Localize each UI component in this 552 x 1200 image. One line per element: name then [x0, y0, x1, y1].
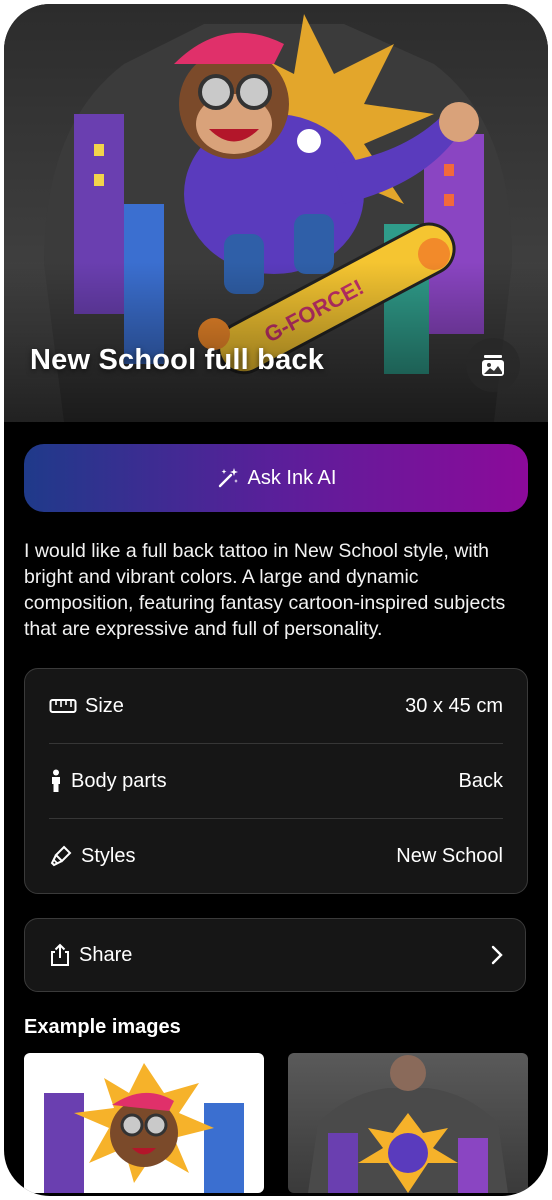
example-image[interactable]	[288, 1053, 528, 1193]
page-title: New School full back	[30, 344, 325, 376]
example-images-list	[24, 1053, 528, 1193]
details-card: Size 30 x 45 cm Body parts Back Styles N…	[24, 668, 528, 894]
detail-label: Styles	[81, 844, 136, 867]
detail-value: New School	[396, 844, 503, 867]
share-button[interactable]: Share	[24, 918, 526, 992]
brush-icon	[50, 845, 72, 867]
detail-label: Size	[85, 694, 124, 717]
ask-ink-ai-label: Ask Ink AI	[247, 466, 337, 489]
example-image-artwork	[44, 1063, 244, 1193]
phone-screen: G-FORCE! New School full back	[4, 4, 548, 1196]
gallery-icon	[482, 355, 504, 376]
detail-label: Body parts	[71, 769, 167, 792]
detail-row-size: Size 30 x 45 cm	[49, 669, 503, 743]
example-image[interactable]	[24, 1053, 264, 1193]
magic-wand-icon	[218, 468, 238, 488]
ruler-icon	[49, 699, 77, 713]
person-icon	[52, 769, 60, 792]
detail-row-body-parts: Body parts Back	[49, 743, 503, 818]
ask-ink-ai-button[interactable]: Ask Ink AI	[24, 444, 528, 512]
share-icon	[51, 943, 69, 966]
detail-value: 30 x 45 cm	[405, 694, 503, 717]
share-label: Share	[79, 943, 133, 966]
chevron-right-icon	[491, 945, 503, 965]
hero-gradient-overlay	[4, 262, 548, 422]
detail-content: Ask Ink AI I would like a full back tatt…	[24, 444, 528, 1193]
detail-value: Back	[458, 769, 503, 792]
hero-image: G-FORCE! New School full back	[4, 4, 548, 422]
gallery-button[interactable]	[466, 338, 520, 392]
tattoo-description: I would like a full back tattoo in New S…	[24, 540, 506, 640]
example-images-title: Example images	[24, 1016, 181, 1038]
detail-row-styles: Styles New School	[49, 818, 503, 893]
example-image-artwork	[308, 1055, 508, 1193]
